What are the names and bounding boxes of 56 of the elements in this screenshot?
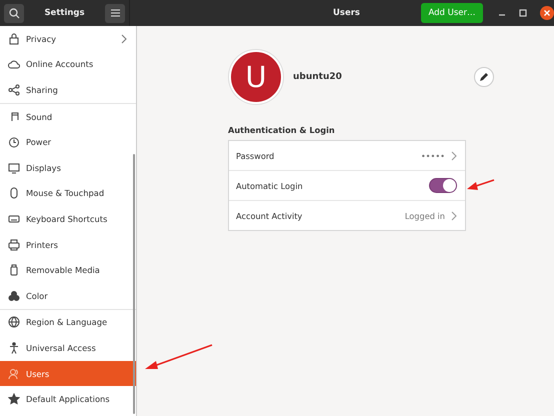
color-icon bbox=[8, 290, 20, 302]
row-label: Automatic Login bbox=[236, 180, 304, 190]
avatar-circle[interactable]: U bbox=[229, 50, 283, 104]
pencil-icon bbox=[478, 72, 489, 82]
row-value: ••••• bbox=[420, 150, 445, 160]
menu-icon bbox=[110, 9, 120, 17]
sidebar-item[interactable]: Removable Media bbox=[0, 257, 136, 283]
user-name: ubuntu20 bbox=[293, 72, 342, 82]
sidebar-title: Settings bbox=[44, 8, 85, 18]
search-icon bbox=[8, 8, 20, 18]
section-title: Authentication & Login bbox=[228, 125, 336, 135]
chevron-right-icon bbox=[451, 210, 457, 220]
cloud-icon bbox=[8, 58, 20, 70]
sidebar-item[interactable]: Mouse & Touchpad bbox=[0, 180, 136, 206]
sidebar-item[interactable]: Sharing bbox=[0, 77, 136, 103]
sidebar-item[interactable]: Sound bbox=[0, 104, 136, 130]
row-label: Password bbox=[236, 150, 276, 160]
search-button[interactable] bbox=[4, 4, 24, 22]
sidebar-item[interactable]: Keyboard Shortcuts bbox=[0, 206, 136, 232]
sidebar-item[interactable]: Users bbox=[0, 360, 136, 386]
lock-icon bbox=[8, 32, 20, 45]
settings-row[interactable]: Password ••••• bbox=[229, 141, 465, 170]
edit-button[interactable] bbox=[474, 67, 494, 87]
menu-button[interactable] bbox=[105, 4, 125, 22]
person-icon bbox=[8, 342, 20, 354]
sidebar-item[interactable]: Default Applications bbox=[0, 386, 136, 412]
power-icon bbox=[8, 136, 20, 148]
share-icon bbox=[8, 84, 20, 96]
users-icon bbox=[8, 368, 20, 380]
annotation-arrow bbox=[145, 344, 212, 369]
sidebar-item[interactable]: Color bbox=[0, 282, 136, 309]
globe-icon bbox=[8, 316, 20, 328]
sidebar-item[interactable]: Online Accounts bbox=[0, 52, 136, 78]
scrollbar[interactable] bbox=[133, 154, 135, 414]
printer-icon bbox=[8, 238, 20, 251]
maximize-icon[interactable] bbox=[519, 9, 527, 17]
keyboard-icon bbox=[8, 212, 20, 225]
close-icon[interactable] bbox=[540, 6, 554, 20]
sidebar-item[interactable]: Universal Access bbox=[0, 335, 136, 361]
window-title: Users bbox=[333, 8, 360, 18]
settings-row[interactable]: Account Activity Logged in bbox=[229, 200, 465, 230]
sidebar-item[interactable]: Region & Language bbox=[0, 310, 136, 336]
toggle-switch[interactable] bbox=[429, 178, 457, 193]
sidebar-item[interactable]: Displays bbox=[0, 154, 136, 181]
sidebar-item[interactable]: Printers bbox=[0, 232, 136, 258]
row-label: Account Activity bbox=[236, 210, 304, 220]
annotation-arrow bbox=[467, 179, 494, 190]
mouse-icon bbox=[8, 187, 20, 200]
row-value: Logged in bbox=[404, 210, 445, 220]
settings-row[interactable]: Automatic Login bbox=[229, 170, 465, 200]
usb-drive-icon bbox=[8, 264, 20, 276]
star-icon bbox=[8, 393, 20, 406]
display-icon bbox=[8, 162, 20, 174]
sidebar-item[interactable]: Privacy bbox=[0, 26, 136, 52]
chevron-right-icon bbox=[451, 150, 457, 160]
sidebar-item[interactable]: Power bbox=[0, 129, 136, 155]
